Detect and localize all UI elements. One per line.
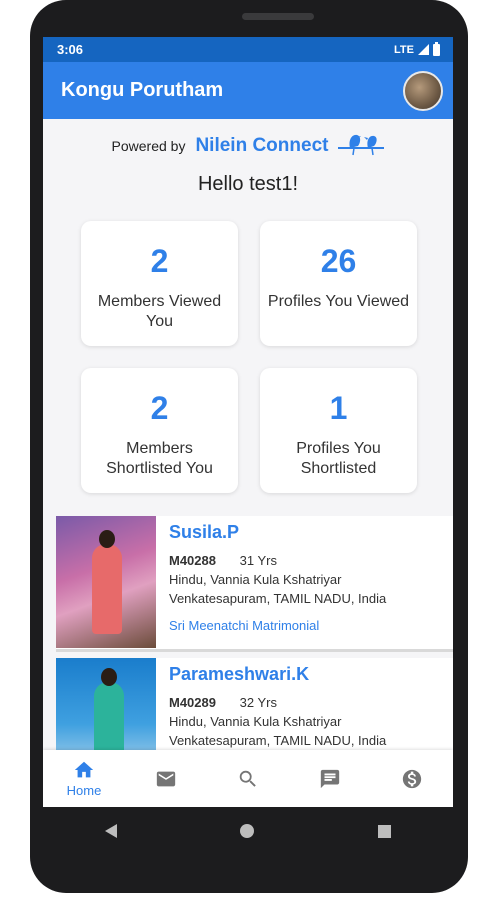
- photo-person-head: [101, 668, 117, 686]
- recent-apps-icon[interactable]: [378, 824, 392, 838]
- chat-icon: [320, 769, 340, 788]
- stat-card-profiles-you-shortlisted[interactable]: 1 Profiles You Shortlisted: [260, 368, 417, 493]
- back-icon[interactable]: [104, 824, 117, 838]
- stat-label: Members Viewed You: [97, 293, 222, 330]
- profile-photo[interactable]: [56, 516, 156, 648]
- stat-value: 2: [150, 243, 169, 279]
- app-title: Kongu Porutham: [61, 79, 224, 101]
- phone-speaker: [242, 13, 314, 20]
- dollar-circle-icon: [402, 769, 422, 788]
- stat-label: Profiles You Shortlisted: [296, 440, 381, 477]
- stat-label: Profiles You Viewed: [267, 293, 410, 310]
- greeting-text: Hello test1!: [197, 173, 299, 195]
- bottom-navigation: Home: [43, 750, 453, 807]
- profile-info: Parameshwari.K M40289 32 Yrs Hindu, Vann…: [169, 664, 453, 748]
- profile-id: M40288: [169, 553, 216, 568]
- profile-name[interactable]: Parameshwari.K: [169, 664, 453, 685]
- nav-home-label: Home: [66, 783, 102, 798]
- nav-messages[interactable]: [136, 768, 196, 790]
- app-screen: 3:06 LTE Kongu Porutham Powered by Nilei…: [43, 37, 453, 807]
- profile-info: Susila.P M40288 31 Yrs Hindu, Vannia Kul…: [169, 522, 453, 633]
- stat-value: 26: [320, 243, 357, 279]
- status-bar: 3:06 LTE: [43, 37, 453, 62]
- stats-grid: 2 Members Viewed You 26 Profiles You Vie…: [43, 196, 453, 516]
- profile-age: 32 Yrs: [239, 695, 277, 710]
- profile-location: Venkatesapuram, TAMIL NADU, India: [169, 591, 387, 606]
- user-avatar[interactable]: [403, 70, 443, 111]
- home-icon: [74, 761, 94, 778]
- stat-card-members-shortlisted-you[interactable]: 2 Members Shortlisted You: [81, 368, 238, 493]
- android-navigation-bar: [43, 807, 453, 855]
- battery-icon: [433, 41, 440, 56]
- stat-card-members-viewed-you[interactable]: 2 Members Viewed You: [81, 221, 238, 346]
- profile-id: M40289: [169, 695, 216, 710]
- brand-name[interactable]: Nilein Connect: [195, 135, 328, 157]
- nav-search[interactable]: [218, 768, 278, 790]
- profile-community: Hindu, Vannia Kula Kshatriyar: [169, 714, 342, 729]
- stat-label: Members Shortlisted You: [106, 440, 213, 477]
- mail-icon: [156, 771, 176, 786]
- nav-chat[interactable]: [300, 768, 360, 790]
- photo-person-figure: [92, 544, 122, 634]
- stat-card-profiles-you-viewed[interactable]: 26 Profiles You Viewed: [260, 221, 417, 346]
- profile-age: 31 Yrs: [239, 553, 277, 568]
- app-bar: Kongu Porutham: [43, 62, 453, 119]
- search-icon: [239, 770, 256, 787]
- profile-name[interactable]: Susila.P: [169, 522, 453, 543]
- stat-value: 1: [329, 390, 348, 426]
- stat-value: 2: [150, 390, 169, 426]
- profile-agency-link[interactable]: Sri Meenatchi Matrimonial: [169, 618, 453, 633]
- profile-id-age-row: M40289 32 Yrs: [169, 695, 453, 710]
- nav-home[interactable]: Home: [54, 759, 114, 798]
- signal-icon: [418, 44, 429, 55]
- status-indicators: LTE: [394, 41, 440, 56]
- nav-payment[interactable]: [382, 768, 442, 790]
- lovebirds-icon: [338, 134, 385, 156]
- status-time: 3:06: [57, 42, 84, 57]
- profile-card[interactable]: Susila.P M40288 31 Yrs Hindu, Vannia Kul…: [56, 516, 453, 652]
- profile-community: Hindu, Vannia Kula Kshatriyar: [169, 572, 342, 587]
- network-label: LTE: [394, 43, 414, 56]
- home-circle-icon[interactable]: [240, 824, 255, 838]
- powered-by-banner: Powered by Nilein Connect: [43, 131, 453, 161]
- photo-person-head: [99, 530, 115, 548]
- profile-location: Venkatesapuram, TAMIL NADU, India: [169, 733, 387, 748]
- profile-id-age-row: M40288 31 Yrs: [169, 553, 453, 568]
- powered-by-label: Powered by: [111, 138, 186, 154]
